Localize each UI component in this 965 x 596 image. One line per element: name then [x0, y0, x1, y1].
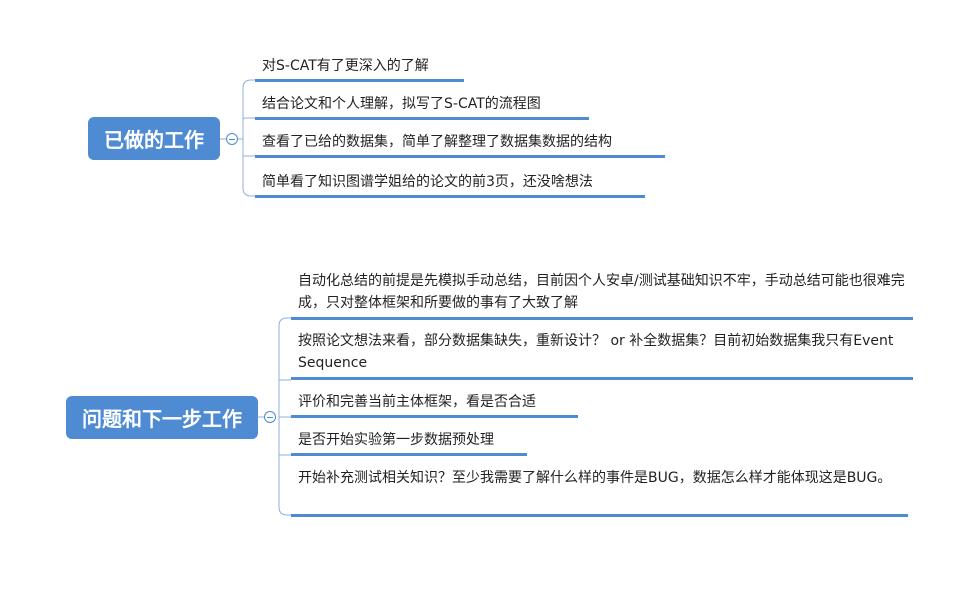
done-item-4-underline	[255, 195, 645, 198]
next-item-5-underline	[291, 514, 908, 517]
topic-done-work-label: 已做的工作	[104, 128, 204, 152]
next-item-5-text: 开始补充测试相关知识？至少我需要了解什么样的事件是BUG，数据怎么样才能体现这是…	[298, 470, 892, 486]
collapse-toggle-icon[interactable]	[226, 133, 238, 145]
done-item-3-text: 查看了已给的数据集，简单了解整理了数据集数据的结构	[262, 134, 612, 150]
next-item-3-text: 评价和完善当前主体框架，看是否合适	[298, 394, 536, 410]
done-item-2-text: 结合论文和个人理解，拟写了S-CAT的流程图	[262, 96, 541, 112]
done-item-2-underline	[255, 117, 589, 120]
collapse-toggle-icon[interactable]	[264, 411, 276, 423]
next-item-1-underline	[291, 317, 913, 320]
done-item-1-underline	[255, 79, 464, 82]
done-item-1-text: 对S-CAT有了更深入的了解	[262, 58, 429, 74]
topic-issues-next-steps-label: 问题和下一步工作	[82, 407, 242, 431]
next-item-2-underline	[291, 377, 913, 380]
next-item-1-text: 自动化总结的前提是先模拟手动总结，目前因个人安卓/测试基础知识不牢，手动总结可能…	[298, 273, 905, 311]
done-item-4-text: 简单看了知识图谱学姐给的论文的前3页，还没啥想法	[262, 174, 593, 190]
next-item-3-underline	[291, 415, 578, 418]
next-item-2-text: 按照论文想法来看，部分数据集缺失，重新设计？ or 补全数据集？目前初始数据集我…	[298, 333, 894, 371]
done-item-3-underline	[255, 155, 665, 158]
topic-done-work[interactable]: 已做的工作	[88, 117, 220, 160]
next-item-4-text: 是否开始实验第一步数据预处理	[298, 432, 494, 448]
next-item-4-underline	[291, 453, 527, 456]
topic-issues-next-steps[interactable]: 问题和下一步工作	[66, 396, 258, 439]
